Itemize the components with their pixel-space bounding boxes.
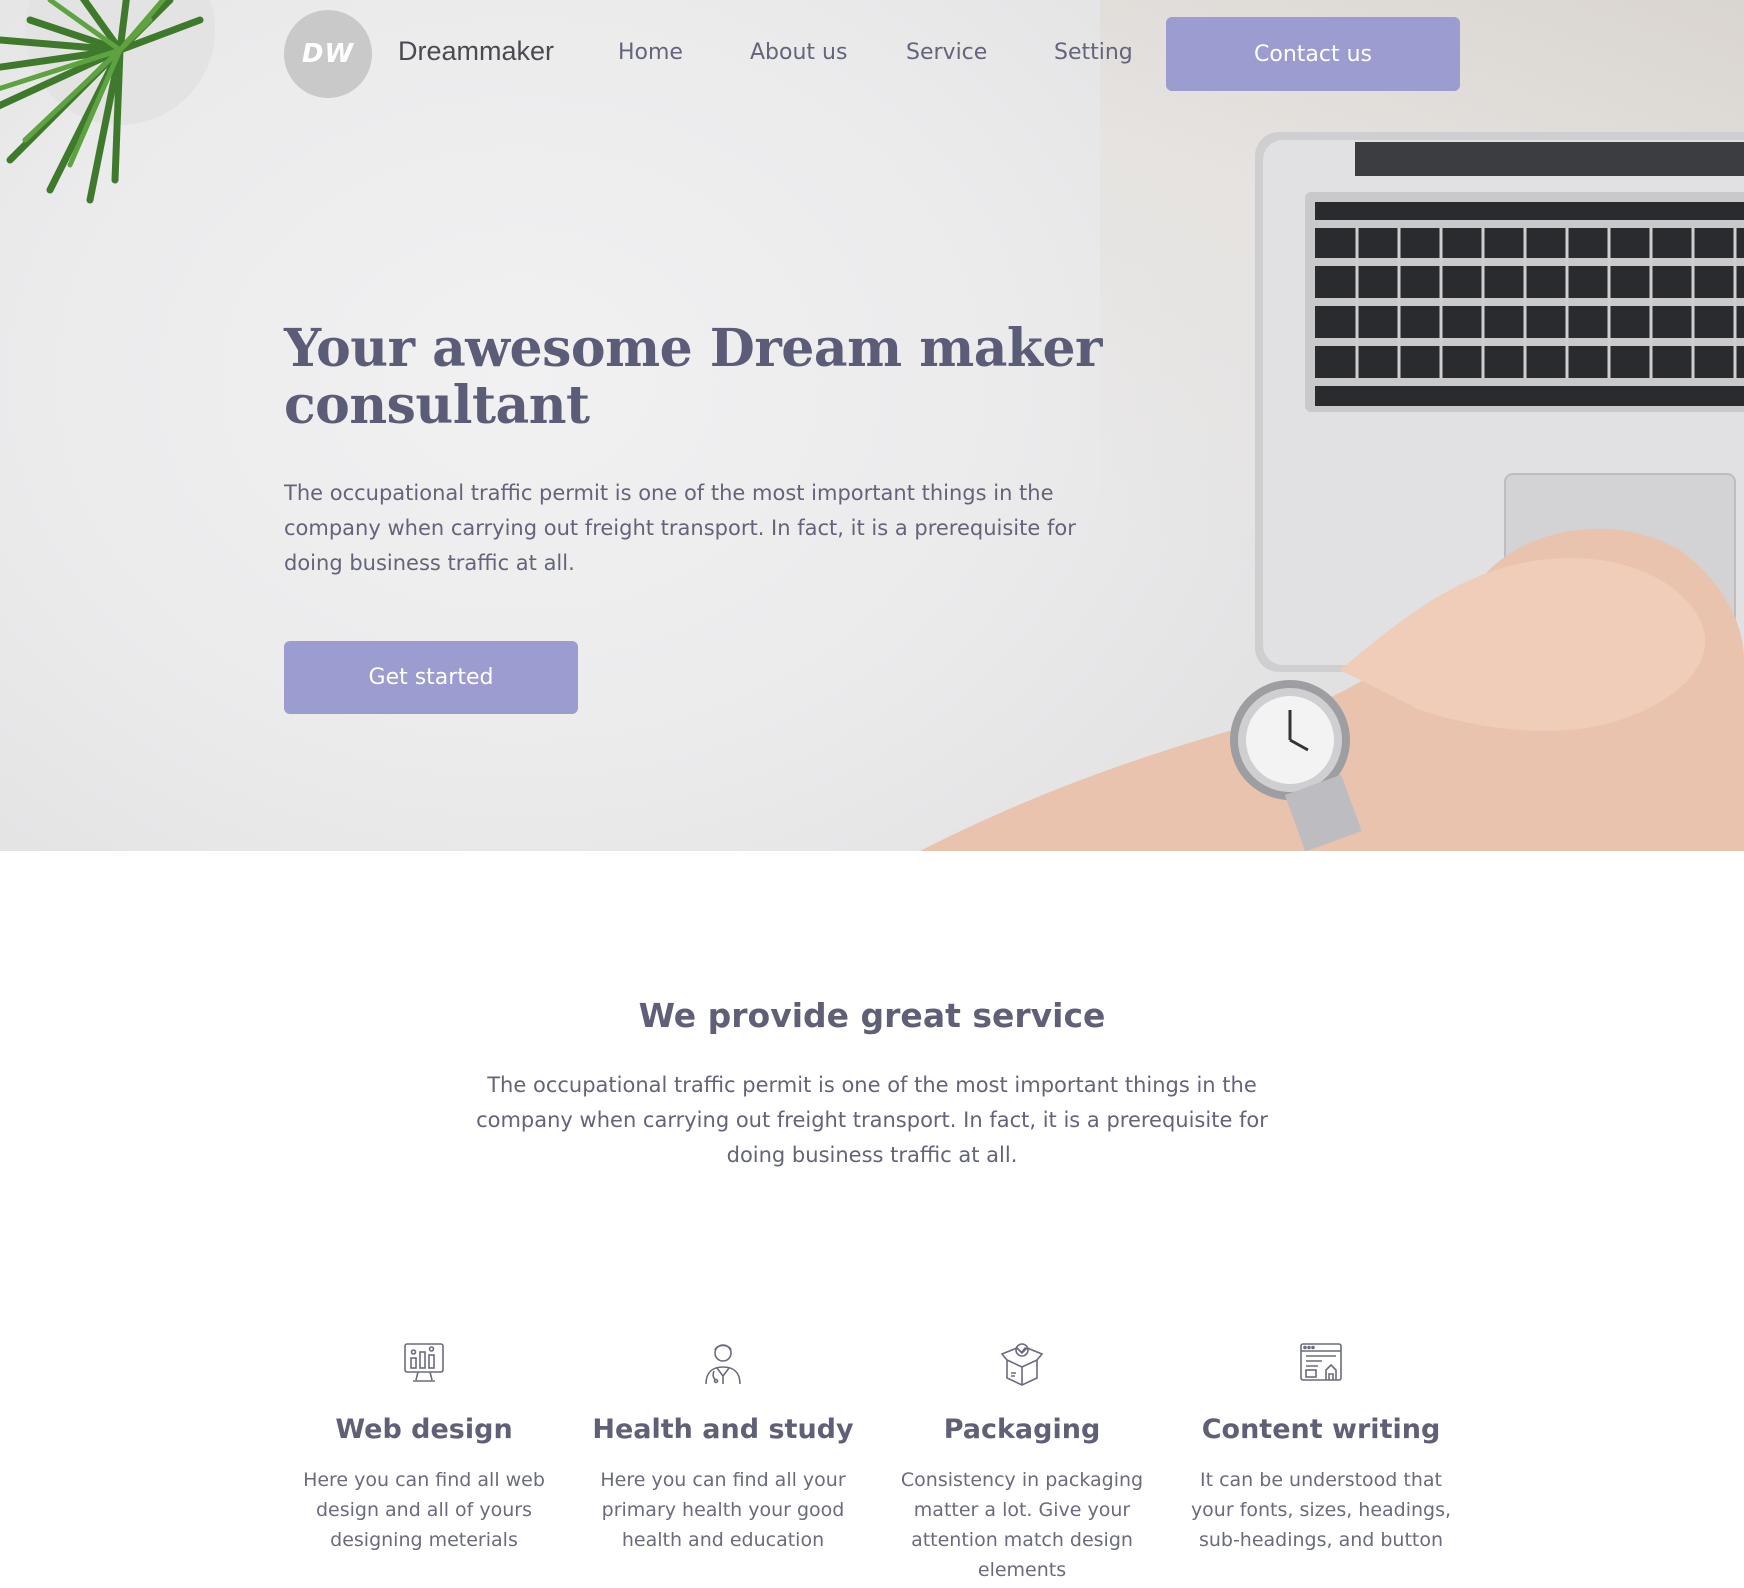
services-title: We provide great service bbox=[638, 996, 1106, 1035]
hero-title: Your awesome Dream maker consultant bbox=[284, 318, 1102, 436]
doctor-icon bbox=[705, 1344, 741, 1385]
service-card-text: Here you can find all web design and all… bbox=[303, 1469, 545, 1551]
plant-image bbox=[0, 0, 215, 204]
hero-section: DW Dreammaker Home About us Service Sett… bbox=[0, 0, 1744, 851]
service-card-title: Web design bbox=[335, 1414, 513, 1445]
service-card-text: Consistency in packaging matter a lot. G… bbox=[900, 1469, 1144, 1581]
service-card-title: Health and study bbox=[592, 1414, 854, 1445]
service-card-text: Here you can find all your primary healt… bbox=[600, 1469, 846, 1551]
service-card-health-and-study[interactable]: Health and study Here you can find all y… bbox=[583, 1340, 863, 1555]
contact-us-button[interactable]: Contact us bbox=[1166, 17, 1460, 91]
monitor-chart-icon bbox=[404, 1343, 444, 1382]
service-card-title: Packaging bbox=[943, 1414, 1101, 1445]
service-card-title: Content writing bbox=[1201, 1414, 1441, 1445]
brand-name[interactable]: Dreammaker bbox=[398, 36, 554, 67]
logo-badge[interactable]: DW bbox=[284, 10, 372, 98]
get-started-button[interactable]: Get started bbox=[284, 641, 578, 714]
nav-setting[interactable]: Setting bbox=[1054, 40, 1133, 65]
service-card-web-design[interactable]: Web design Here you can find all web des… bbox=[284, 1340, 564, 1555]
service-card-packaging[interactable]: Packaging Consistency in packaging matte… bbox=[882, 1340, 1162, 1585]
service-card-text: It can be understood that your fonts, si… bbox=[1190, 1469, 1452, 1551]
nav-service[interactable]: Service bbox=[906, 40, 987, 65]
package-box-icon bbox=[1000, 1343, 1044, 1386]
service-card-content-writing[interactable]: Content writing It can be understood tha… bbox=[1181, 1340, 1461, 1555]
nav-home[interactable]: Home bbox=[618, 40, 683, 65]
hero-description: The occupational traffic permit is one o… bbox=[284, 481, 1076, 575]
nav-about-us[interactable]: About us bbox=[750, 40, 847, 65]
content-layout-icon bbox=[1300, 1343, 1342, 1381]
services-description: The occupational traffic permit is one o… bbox=[476, 1073, 1268, 1167]
